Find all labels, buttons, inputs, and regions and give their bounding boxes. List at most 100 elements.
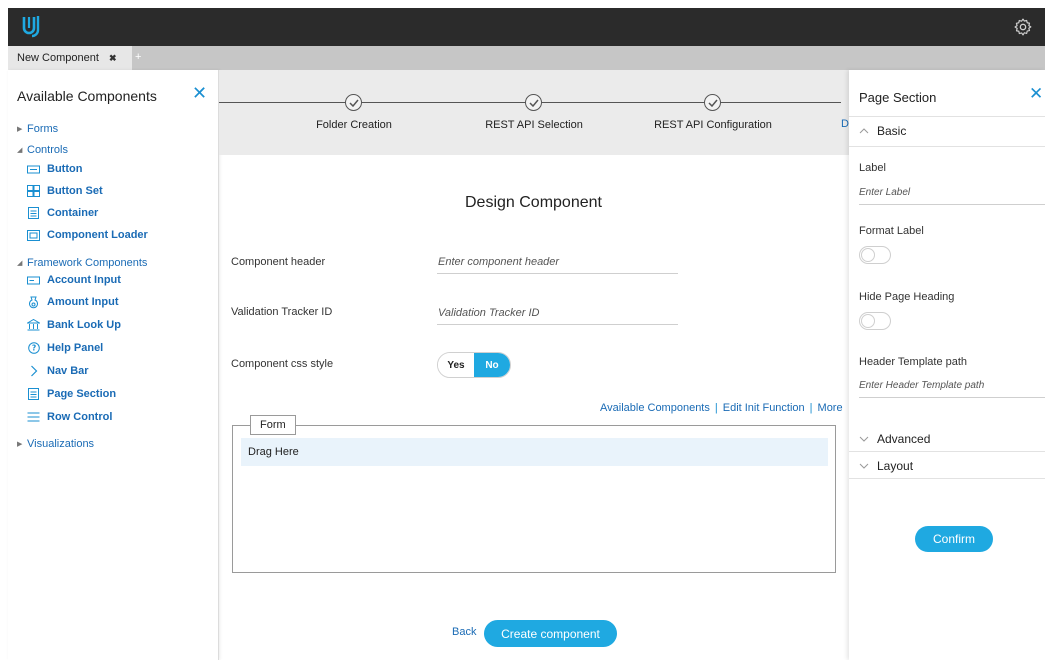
tree-node-forms[interactable]: ▶ Forms bbox=[17, 123, 58, 135]
tree-node-label: Forms bbox=[27, 123, 59, 135]
link-available-components[interactable]: Available Components bbox=[600, 402, 710, 414]
css-style-label: Component css style bbox=[231, 358, 334, 370]
label-field-label: Label bbox=[859, 162, 886, 174]
step-label-rest-api-selection[interactable]: REST API Selection bbox=[485, 119, 583, 131]
section-label: Advanced bbox=[877, 432, 931, 446]
hide-page-heading-label: Hide Page Heading bbox=[859, 291, 955, 303]
section-advanced-toggle[interactable]: Advanced bbox=[859, 432, 930, 446]
component-item-label: Amount Input bbox=[47, 296, 119, 308]
back-link[interactable]: Back bbox=[452, 626, 476, 638]
component-item-row-control[interactable]: Row Control bbox=[27, 411, 112, 423]
toggle-no[interactable]: No bbox=[474, 353, 510, 377]
tab-new-component[interactable]: New Component ✖ bbox=[8, 46, 132, 70]
create-component-button[interactable]: Create component bbox=[484, 620, 617, 647]
component-item-amount-input[interactable]: Amount Input bbox=[27, 296, 118, 308]
bank-icon bbox=[27, 319, 40, 331]
tree-node-visualizations[interactable]: ▶ Visualizations bbox=[17, 438, 94, 450]
component-item-label: Component Loader bbox=[47, 229, 148, 241]
available-components-panel: Available Components ✕ ▶ Forms ◢ Control… bbox=[8, 70, 219, 660]
form-tag: Form bbox=[250, 415, 296, 435]
component-item-label: Help Panel bbox=[47, 342, 104, 354]
app-logo-icon[interactable] bbox=[21, 14, 41, 38]
chevron-down-icon bbox=[859, 434, 869, 445]
divider bbox=[849, 478, 1045, 479]
step-label-rest-api-configuration[interactable]: REST API Configuration bbox=[654, 119, 772, 131]
help-icon: ? bbox=[27, 342, 40, 354]
component-item-button[interactable]: Button bbox=[27, 163, 82, 175]
panel-title: Available Components bbox=[17, 88, 157, 104]
confirm-button[interactable]: Confirm bbox=[915, 526, 993, 552]
step-label-folder-creation[interactable]: Folder Creation bbox=[316, 119, 392, 131]
chevron-right-icon bbox=[27, 365, 40, 377]
drop-zone-label: Drag Here bbox=[248, 446, 299, 458]
caret-down-icon: ◢ bbox=[17, 260, 23, 267]
button-set-icon bbox=[27, 185, 40, 197]
chevron-down-icon bbox=[859, 461, 869, 472]
component-item-label: Row Control bbox=[47, 411, 113, 423]
header-template-input[interactable]: Enter Header Template path bbox=[859, 376, 1045, 398]
hide-page-heading-switch[interactable] bbox=[859, 312, 891, 330]
row-control-icon bbox=[27, 411, 40, 423]
component-item-button-set[interactable]: Button Set bbox=[27, 185, 103, 197]
section-label: Layout bbox=[877, 459, 914, 473]
component-item-help-panel[interactable]: ? Help Panel bbox=[27, 342, 103, 354]
component-item-label: Nav Bar bbox=[47, 365, 89, 377]
component-item-label: Button bbox=[47, 163, 83, 175]
container-icon bbox=[27, 207, 40, 219]
tree-node-framework-components[interactable]: ◢ Framework Components bbox=[17, 257, 147, 269]
account-input-icon bbox=[27, 274, 40, 286]
caret-down-icon: ◢ bbox=[17, 147, 23, 154]
step-check-icon[interactable] bbox=[525, 94, 542, 111]
page-section-panel: Page Section ✕ Basic Label Enter Label F… bbox=[849, 70, 1045, 660]
tab-strip: New Component ✖ + bbox=[8, 46, 1045, 70]
add-tab-icon[interactable]: + bbox=[135, 51, 141, 63]
divider bbox=[849, 451, 1045, 452]
switch-knob bbox=[861, 314, 875, 328]
validation-tracker-input[interactable]: Validation Tracker ID bbox=[437, 303, 678, 325]
toggle-yes[interactable]: Yes bbox=[438, 353, 474, 377]
step-label-truncated[interactable]: D bbox=[841, 118, 849, 130]
close-icon[interactable]: ✕ bbox=[1029, 85, 1043, 102]
format-label-switch[interactable] bbox=[859, 246, 891, 264]
section-layout-toggle[interactable]: Layout bbox=[859, 459, 913, 473]
component-item-page-section[interactable]: Page Section bbox=[27, 388, 116, 400]
page-title: Design Component bbox=[465, 194, 602, 211]
form-links: Available Components | Edit Init Functio… bbox=[600, 402, 843, 414]
caret-right-icon: ▶ bbox=[17, 441, 23, 448]
tree-node-label: Controls bbox=[27, 144, 68, 156]
validation-tracker-label: Validation Tracker ID bbox=[231, 306, 333, 318]
component-item-container[interactable]: Container bbox=[27, 207, 98, 219]
header-template-label: Header Template path bbox=[859, 356, 968, 368]
component-item-label: Account Input bbox=[47, 274, 121, 286]
label-input[interactable]: Enter Label bbox=[859, 183, 1045, 205]
page-section-icon bbox=[27, 388, 40, 400]
component-item-label: Page Section bbox=[47, 388, 117, 400]
component-item-component-loader[interactable]: Component Loader bbox=[27, 229, 148, 241]
amount-input-icon bbox=[27, 296, 40, 308]
settings-gear-icon[interactable] bbox=[1013, 17, 1033, 37]
wizard-stepper: Folder Creation REST API Selection REST … bbox=[219, 70, 849, 155]
css-style-toggle[interactable]: Yes No bbox=[437, 352, 511, 378]
tree-node-controls[interactable]: ◢ Controls bbox=[17, 144, 68, 156]
step-check-icon[interactable] bbox=[704, 94, 721, 111]
component-item-label: Button Set bbox=[47, 185, 103, 197]
section-basic-toggle[interactable]: Basic bbox=[859, 124, 906, 138]
close-icon[interactable]: ✕ bbox=[192, 84, 207, 102]
link-more[interactable]: More bbox=[818, 402, 843, 414]
component-loader-icon bbox=[27, 229, 40, 241]
link-edit-init-function[interactable]: Edit Init Function bbox=[723, 402, 805, 414]
tab-close-icon[interactable]: ✖ bbox=[109, 53, 117, 64]
divider bbox=[849, 116, 1045, 117]
component-item-bank-look-up[interactable]: Bank Look Up bbox=[27, 319, 121, 331]
component-header-input[interactable]: Enter component header bbox=[437, 252, 678, 274]
component-item-account-input[interactable]: Account Input bbox=[27, 274, 121, 286]
link-separator: | bbox=[714, 402, 718, 414]
step-check-icon[interactable] bbox=[345, 94, 362, 111]
chevron-up-icon bbox=[859, 126, 869, 137]
component-header-label: Component header bbox=[231, 256, 326, 268]
link-separator: | bbox=[809, 402, 813, 414]
panel-title: Page Section bbox=[859, 90, 937, 105]
switch-knob bbox=[861, 248, 875, 262]
drop-zone[interactable]: Drag Here bbox=[241, 438, 828, 466]
component-item-nav-bar[interactable]: Nav Bar bbox=[27, 365, 89, 377]
